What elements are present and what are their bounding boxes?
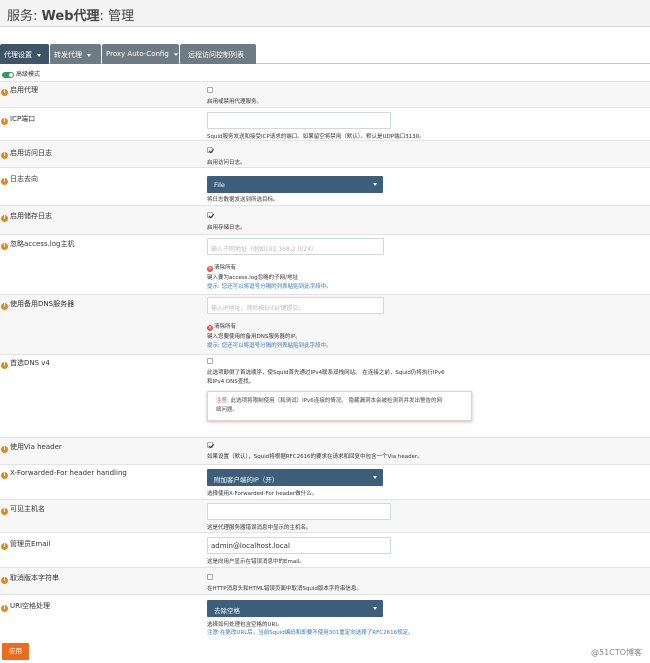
- access-log-checkbox[interactable]: [207, 147, 213, 153]
- advanced-mode-toggle[interactable]: 高级模式: [2, 69, 40, 78]
- via-header-checkbox[interactable]: [207, 442, 213, 448]
- clear-icon: ×: [207, 325, 213, 331]
- info-icon[interactable]: i: [1, 152, 8, 159]
- tab-bar: 代理设置 转发代理 Proxy Auto-Config 远程访问控制列表: [0, 41, 650, 64]
- dns-servers-input[interactable]: 输入IP地址，然后按Enter键提交。: [207, 297, 384, 314]
- info-icon[interactable]: i: [1, 577, 8, 584]
- info-icon[interactable]: i: [1, 118, 8, 125]
- row-prefer-dns-v4: i 首选DNS v4 此选项颠倒了首选顺序，使Squid首先通过IPv4联系双栈网…: [0, 354, 650, 437]
- uri-whitespace-select[interactable]: 去除空格: [207, 600, 383, 617]
- ignore-hosts-input[interactable]: 输入子网地址（例如192.168.2.0/24）: [207, 238, 384, 255]
- row-visible-hostname: i 可见主机名 这是代理服务器错误消息中显示的主机名。: [0, 499, 650, 532]
- info-icon[interactable]: i: [1, 215, 8, 222]
- info-icon[interactable]: i: [1, 89, 8, 96]
- row-uri-whitespace: i URI空格处理 去除空格 选择如何处理包含空格的URI。 注意:在更改URL后…: [0, 594, 650, 639]
- admin-email-input[interactable]: admin@localhost.local: [207, 537, 391, 554]
- info-icon[interactable]: i: [1, 508, 8, 515]
- info-icon[interactable]: i: [1, 472, 8, 479]
- row-access-log: i 启用访问日志 启用访问日志。: [0, 140, 650, 167]
- visible-hostname-input[interactable]: [207, 503, 391, 520]
- watermark: @51CTO博客: [591, 648, 642, 657]
- clear-all-link[interactable]: × 清除所有: [207, 322, 236, 331]
- log-target-select[interactable]: File: [207, 176, 383, 193]
- info-icon[interactable]: i: [1, 362, 8, 369]
- info-icon[interactable]: i: [1, 446, 8, 453]
- info-icon[interactable]: i: [1, 178, 8, 185]
- row-x-forwarded-for: i X-Forwarded-For header handling 附加客户端的I…: [0, 464, 650, 499]
- page-title: 服务: Web代理: 管理: [7, 9, 135, 24]
- row-suppress-version: i 取消版本字符串 在HTTP消息头和HTML错误页面中取消Squid版本字符串信…: [0, 567, 650, 594]
- icp-port-input[interactable]: [207, 112, 391, 129]
- clear-all-link[interactable]: × 清除所有: [207, 263, 236, 272]
- xff-handling-select[interactable]: 附加客户端的IP（开）: [207, 469, 383, 486]
- row-admin-email: i 管理员Email admin@localhost.local 这是向用户显示在…: [0, 532, 650, 567]
- chevron-down-icon: [373, 476, 377, 479]
- row-dns-servers: i 使用备用DNS服务器 输入IP地址，然后按Enter键提交。 × 清除所有 键入…: [0, 294, 650, 354]
- info-icon[interactable]: i: [1, 543, 8, 550]
- chevron-down-icon: [373, 183, 377, 186]
- info-icon[interactable]: i: [1, 605, 8, 612]
- store-log-checkbox[interactable]: [207, 212, 213, 218]
- info-icon[interactable]: i: [1, 303, 8, 310]
- apply-button[interactable]: 应用: [2, 643, 29, 660]
- page-header: 服务: Web代理: 管理: [0, 0, 650, 27]
- suppress-version-checkbox[interactable]: [207, 574, 213, 580]
- row-store-log: i 启用储存日志 启用存储日志。: [0, 205, 650, 234]
- row-log-target: i 日志去向 File 将日志数据发送到所选目标。: [0, 167, 650, 205]
- row-ignore-hosts: i 忽略access.log主机 输入子网地址（例如192.168.2.0/24）…: [0, 234, 650, 294]
- chevron-down-icon: [173, 52, 178, 56]
- warning-note: 注意: 此选项将限制使用（和测试）IPv6连接的情况。 隐藏漏洞本会被检测到并发…: [207, 391, 472, 421]
- toggle-switch-icon: [2, 71, 14, 78]
- info-icon[interactable]: i: [1, 243, 8, 250]
- chevron-down-icon: [87, 53, 91, 57]
- chevron-down-icon: [37, 53, 41, 57]
- row-enable-proxy: i 启用代理 启用或禁用代理服务。: [0, 81, 650, 107]
- enable-proxy-checkbox[interactable]: [207, 87, 213, 93]
- row-via-header: i 使用Via header 如果设置（默认），Squid将根据RFC2616的要…: [0, 437, 650, 464]
- row-icp-port: i ICP端口 Squid服务发送和接受ICP请求的端口。如果留空将禁用（默认）。…: [0, 107, 650, 140]
- clear-icon: ×: [207, 266, 213, 272]
- tab-forward-proxy[interactable]: 转发代理: [50, 44, 101, 64]
- chevron-down-icon: [373, 607, 377, 610]
- tab-remote-acl[interactable]: 远程访问控制列表: [180, 44, 256, 64]
- prefer-dns-v4-checkbox[interactable]: [207, 358, 213, 364]
- tab-proxy-auto-config[interactable]: Proxy Auto-Config: [102, 44, 179, 64]
- tab-proxy-settings[interactable]: 代理设置: [0, 44, 49, 64]
